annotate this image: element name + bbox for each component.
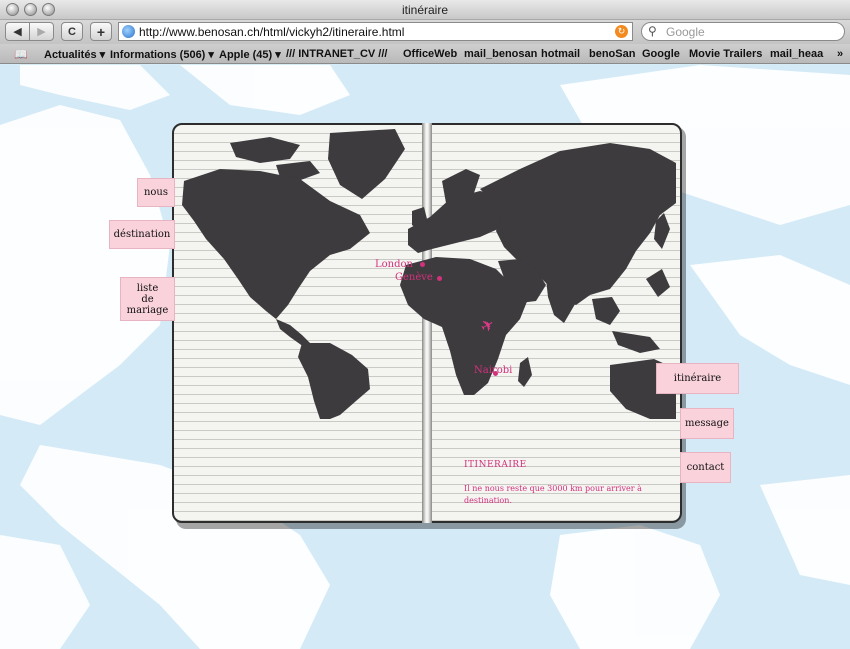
web-page: London Genève ✈ Nairobi ITINERAIRE Il ne… <box>0 65 850 649</box>
notebook <box>172 123 686 529</box>
itinerary-heading: ITINERAIRE <box>464 460 527 470</box>
bookmark-intranet[interactable]: /// INTRANET_CV /// <box>286 48 387 60</box>
back-button[interactable]: ◀ <box>5 22 30 41</box>
nav-tab-message[interactable]: message <box>680 408 734 439</box>
bookmark-benosan[interactable]: benoSan <box>589 48 635 60</box>
bookmark-informations[interactable]: Informations (506) ▾ <box>110 48 214 61</box>
back-arrow-icon: ◀ <box>13 26 22 38</box>
search-placeholder: Google <box>666 24 705 39</box>
nav-tab-contact[interactable]: contact <box>680 452 731 483</box>
reload-status-icon[interactable]: ↻ <box>615 25 628 38</box>
plus-icon: + <box>96 23 106 40</box>
browser-toolbar: ◀ ▶ C + http://www.benosan.ch/html/vicky… <box>0 20 850 44</box>
window-title: itinéraire <box>401 3 449 17</box>
bookmark-mail-benosan[interactable]: mail_benosan <box>464 48 537 60</box>
search-icon: ⚲ <box>648 24 657 38</box>
city-marker-london <box>420 262 425 267</box>
city-label-london: London <box>375 259 413 270</box>
forward-button[interactable]: ▶ <box>29 22 54 41</box>
itinerary-description: Il ne nous reste que 3000 km pour arrive… <box>464 484 642 505</box>
bookmark-hotmail[interactable]: hotmail <box>541 48 580 60</box>
bookmark-officeweb[interactable]: OfficeWeb <box>403 48 457 60</box>
bookmarks-bar: 📖 Actualités ▾ Informations (506) ▾ Appl… <box>0 44 850 64</box>
bookmark-apple[interactable]: Apple (45) ▾ <box>219 48 281 61</box>
window-titlebar: itinéraire <box>0 0 850 20</box>
search-field[interactable]: ⚲ Google <box>641 22 845 41</box>
city-marker-geneve <box>437 276 442 281</box>
bookmarks-overflow-icon[interactable]: » <box>837 48 843 60</box>
address-bar[interactable]: http://www.benosan.ch/html/vickyh2/itine… <box>118 22 633 41</box>
nav-tab-nous[interactable]: nous <box>137 178 175 207</box>
city-label-geneve: Genève <box>395 272 433 283</box>
nav-tab-liste-de-mariage[interactable]: liste de mariage <box>120 277 175 321</box>
bookmark-google[interactable]: Google <box>642 48 680 60</box>
reload-icon: C <box>68 25 76 38</box>
bookmark-movie-trailers[interactable]: Movie Trailers <box>689 48 762 60</box>
bookmark-mail-heaa[interactable]: mail_heaa <box>770 48 823 60</box>
add-bookmark-button[interactable]: + <box>90 22 112 41</box>
forward-arrow-icon: ▶ <box>37 26 46 38</box>
bookmark-actualites[interactable]: Actualités ▾ <box>44 48 105 61</box>
nav-tab-itineraire[interactable]: itinéraire <box>656 363 739 394</box>
reload-button[interactable]: C <box>61 22 83 41</box>
address-text: http://www.benosan.ch/html/vickyh2/itine… <box>139 24 405 39</box>
nav-tab-destination[interactable]: déstination <box>109 220 175 249</box>
bookmarks-book-icon[interactable]: 📖 <box>14 48 28 61</box>
globe-icon <box>122 25 135 38</box>
city-marker-nairobi <box>493 371 498 376</box>
